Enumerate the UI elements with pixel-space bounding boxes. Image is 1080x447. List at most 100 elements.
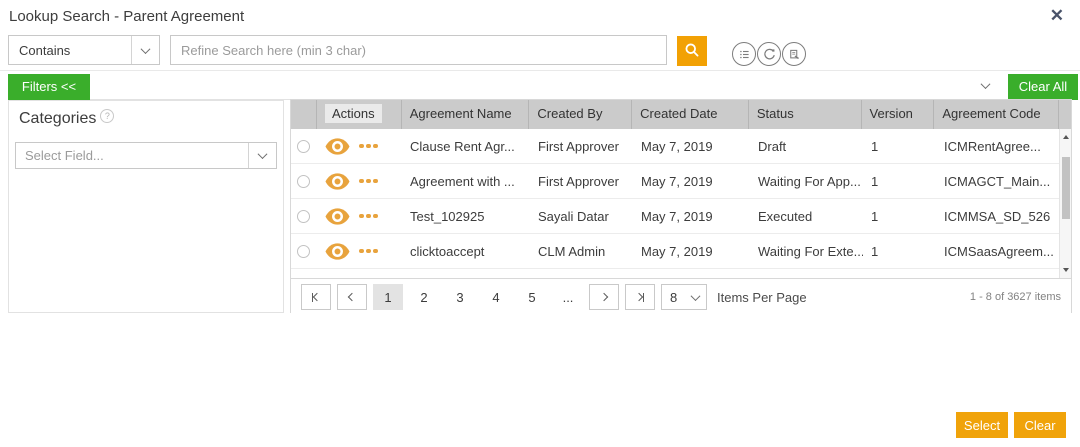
row-actions-cell	[317, 138, 402, 155]
filters-toggle-button[interactable]: Filters <<	[8, 74, 90, 100]
header-created-by[interactable]: Created By	[529, 100, 632, 129]
items-per-page-label: Items Per Page	[717, 290, 807, 305]
row-radio-button[interactable]	[297, 175, 310, 188]
select-field-dropdown[interactable]: Select Field...	[15, 142, 277, 169]
categories-text: Categories	[19, 110, 96, 127]
prev-page-button[interactable]	[337, 284, 367, 310]
search-input[interactable]	[170, 35, 667, 65]
row-radio-button[interactable]	[297, 140, 310, 153]
cell-version: 1	[863, 174, 936, 189]
cell-version: 1	[863, 244, 936, 259]
first-page-button[interactable]	[301, 284, 331, 310]
page-number-5[interactable]: 5	[517, 284, 547, 310]
cell-agreement-name: Agreement with ...	[402, 174, 530, 189]
cell-agreement-code: ICMMSA_SD_526	[936, 209, 1061, 224]
chevron-left-icon	[348, 293, 356, 301]
operator-chevron-cell[interactable]	[131, 36, 159, 64]
cell-version: 1	[863, 209, 936, 224]
header-scroll-stub	[1059, 100, 1071, 129]
row-actions-cell	[317, 173, 402, 190]
select-button[interactable]: Select	[956, 412, 1008, 438]
cell-agreement-code: ICMSaasAgreem...	[936, 244, 1061, 259]
clear-all-button[interactable]: Clear All	[1008, 74, 1078, 100]
cell-version: 1	[863, 139, 936, 154]
page-ellipsis[interactable]: ...	[553, 284, 583, 310]
close-icon[interactable]: ✕	[1050, 7, 1064, 24]
saved-search-list-icon[interactable]	[732, 42, 756, 66]
page-number-2[interactable]: 2	[409, 284, 439, 310]
more-actions-icon[interactable]	[359, 144, 378, 149]
items-range-label: 1 - 8 of 3627 items	[970, 291, 1061, 303]
next-page-button[interactable]	[589, 284, 619, 310]
page-size-select[interactable]: 8	[661, 284, 707, 310]
search-icon	[683, 41, 701, 62]
table-row[interactable]: clicktoaccept CLM Admin May 7, 2019 Wait…	[291, 234, 1061, 269]
scroll-up-icon[interactable]	[1063, 135, 1069, 139]
header-actions-label: Actions	[325, 104, 382, 123]
scrollbar-thumb[interactable]	[1062, 157, 1070, 219]
header-select-column	[291, 100, 317, 129]
cell-agreement-code: ICMRentAgree...	[936, 139, 1061, 154]
header-agreement-code[interactable]: Agreement Code	[934, 100, 1059, 129]
cell-created-date: May 7, 2019	[633, 209, 750, 224]
view-eye-icon[interactable]	[325, 173, 350, 190]
reset-refresh-icon[interactable]	[757, 42, 781, 66]
page-number-3[interactable]: 3	[445, 284, 475, 310]
results-grid: Actions Agreement Name Created By Create…	[290, 99, 1072, 313]
more-actions-icon[interactable]	[359, 214, 378, 219]
grid-body: Clause Rent Agr... First Approver May 7,…	[291, 129, 1061, 278]
table-row[interactable]: Agreement with ... First Approver May 7,…	[291, 164, 1061, 199]
page-number-list: 12345...	[373, 284, 583, 310]
search-operator-select[interactable]: Contains	[8, 35, 160, 65]
cell-created-by: First Approver	[530, 174, 633, 189]
table-row[interactable]: Clause Rent Agr... First Approver May 7,…	[291, 129, 1061, 164]
row-radio-button[interactable]	[297, 210, 310, 223]
cell-created-by: CLM Admin	[530, 244, 633, 259]
view-eye-icon[interactable]	[325, 208, 350, 225]
search-button[interactable]	[677, 36, 707, 66]
cell-agreement-name: Clause Rent Agr...	[402, 139, 530, 154]
scroll-down-icon[interactable]	[1063, 268, 1069, 272]
help-icon[interactable]: ?	[100, 109, 114, 123]
cell-created-date: May 7, 2019	[633, 244, 750, 259]
table-row[interactable]: Test_102925 Sayali Datar May 7, 2019 Exe…	[291, 199, 1061, 234]
row-actions-cell	[317, 243, 402, 260]
header-status[interactable]: Status	[749, 100, 862, 129]
chevron-right-icon	[635, 293, 643, 301]
cell-status: Draft	[750, 139, 863, 154]
cell-created-by: Sayali Datar	[530, 209, 633, 224]
row-radio-button[interactable]	[297, 245, 310, 258]
cell-created-by: First Approver	[530, 139, 633, 154]
grid-header: Actions Agreement Name Created By Create…	[291, 100, 1071, 129]
chevron-down-icon[interactable]	[981, 79, 991, 89]
more-actions-icon[interactable]	[359, 179, 378, 184]
page-size-value: 8	[662, 290, 692, 305]
select-field-placeholder: Select Field...	[16, 148, 248, 163]
chevron-down-icon	[141, 44, 151, 54]
header-actions: Actions	[317, 100, 402, 129]
page-number-1[interactable]: 1	[373, 284, 403, 310]
cell-agreement-code: ICMAGCT_Main...	[936, 174, 1061, 189]
cell-status: Waiting For Exte...	[750, 244, 863, 259]
search-operator-value: Contains	[9, 43, 131, 58]
cell-agreement-name: Test_102925	[402, 209, 530, 224]
page-number-4[interactable]: 4	[481, 284, 511, 310]
header-created-date[interactable]: Created Date	[632, 100, 749, 129]
view-eye-icon[interactable]	[325, 138, 350, 155]
dialog-title: Lookup Search - Parent Agreement	[9, 8, 244, 25]
last-page-button[interactable]	[625, 284, 655, 310]
export-icon[interactable]	[782, 42, 806, 66]
applied-filters-bar[interactable]	[90, 74, 1005, 100]
header-agreement-name[interactable]: Agreement Name	[402, 100, 530, 129]
more-actions-icon[interactable]	[359, 249, 378, 254]
header-version[interactable]: Version	[862, 100, 935, 129]
cell-agreement-name: clicktoaccept	[402, 244, 530, 259]
clear-button[interactable]: Clear	[1014, 412, 1066, 438]
vertical-scrollbar[interactable]	[1059, 129, 1071, 278]
field-chevron-cell[interactable]	[248, 143, 276, 168]
categories-panel: Categories? Select Field...	[8, 100, 284, 313]
row-actions-cell	[317, 208, 402, 225]
chevron-down-icon	[691, 291, 701, 301]
cell-created-date: May 7, 2019	[633, 139, 750, 154]
view-eye-icon[interactable]	[325, 243, 350, 260]
